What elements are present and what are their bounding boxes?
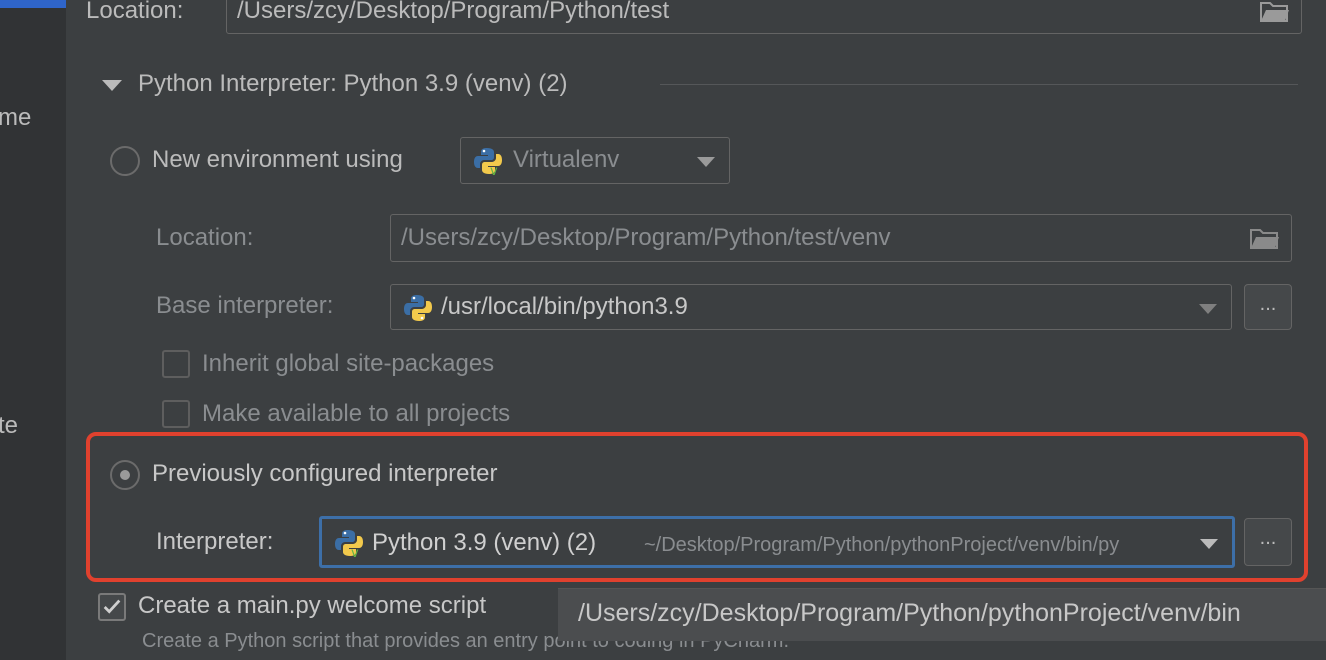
new-environment-label: New environment using	[152, 146, 403, 173]
tooltip-text: /Users/zcy/Desktop/Program/Python/python…	[578, 599, 1241, 627]
base-interpreter-dropdown[interactable]: /usr/local/bin/python3.9	[390, 284, 1232, 330]
section-divider	[660, 84, 1298, 85]
env-tool-dropdown[interactable]: v Virtualenv	[460, 137, 730, 184]
base-interpreter-browse-button[interactable]: ...	[1244, 284, 1292, 330]
welcome-script-checkbox[interactable]	[98, 593, 126, 621]
interpreter-path: ~/Desktop/Program/Python/pythonProject/v…	[644, 534, 1120, 556]
folder-icon[interactable]	[1249, 226, 1281, 250]
python-icon	[404, 295, 432, 321]
chevron-down-icon	[1199, 304, 1217, 314]
sidebar-selected-indicator	[0, 0, 66, 8]
base-interpreter-value: /usr/local/bin/python3.9	[441, 293, 688, 320]
virtualenv-python-icon: v	[474, 148, 502, 176]
make-available-label: Make available to all projects	[202, 400, 511, 427]
base-interpreter-label: Base interpreter:	[156, 292, 334, 319]
interpreter-name: Python 3.9 (venv) (2)	[372, 529, 597, 556]
checkmark-icon	[103, 599, 121, 614]
project-location-value: /Users/zcy/Desktop/Program/Python/test	[237, 0, 670, 24]
interpreter-browse-button[interactable]: ...	[1244, 518, 1292, 566]
venv-location-field[interactable]: /Users/zcy/Desktop/Program/Python/test/v…	[390, 214, 1292, 262]
virtualenv-python-icon: v	[335, 530, 363, 558]
previously-configured-label: Previously configured interpreter	[152, 460, 498, 487]
venv-location-value: /Users/zcy/Desktop/Program/Python/test/v…	[401, 224, 891, 251]
inherit-packages-checkbox[interactable]	[162, 350, 190, 378]
previously-configured-radio[interactable]	[110, 460, 140, 490]
interpreter-section-title[interactable]: Python Interpreter: Python 3.9 (venv) (2…	[138, 70, 568, 98]
welcome-script-label: Create a main.py welcome script	[138, 592, 487, 619]
sidebar-item-2[interactable]: te	[0, 412, 18, 440]
svg-text:v: v	[351, 546, 359, 558]
venv-location-label: Location:	[156, 224, 254, 251]
chevron-down-icon	[1200, 539, 1218, 549]
sidebar-item-1[interactable]: me	[0, 104, 31, 132]
radio-selected-dot	[120, 470, 130, 480]
inherit-packages-label: Inherit global site-packages	[202, 350, 495, 377]
project-location-field[interactable]: /Users/zcy/Desktop/Program/Python/test	[226, 0, 1302, 34]
left-sidebar: me te	[0, 0, 66, 660]
chevron-down-icon	[697, 157, 715, 167]
make-available-checkbox[interactable]	[162, 400, 190, 428]
env-tool-value: Virtualenv	[513, 146, 620, 173]
new-environment-radio[interactable]	[110, 146, 140, 176]
project-location-label: Location:	[86, 0, 184, 24]
collapse-triangle-icon[interactable]	[102, 80, 122, 91]
path-tooltip: /Users/zcy/Desktop/Program/Python/python…	[558, 588, 1326, 641]
folder-icon[interactable]	[1259, 0, 1291, 23]
svg-text:v: v	[490, 164, 498, 176]
interpreter-label: Interpreter:	[156, 528, 274, 555]
interpreter-dropdown[interactable]: v Python 3.9 (venv) (2) ~/Desktop/Progra…	[319, 516, 1235, 568]
